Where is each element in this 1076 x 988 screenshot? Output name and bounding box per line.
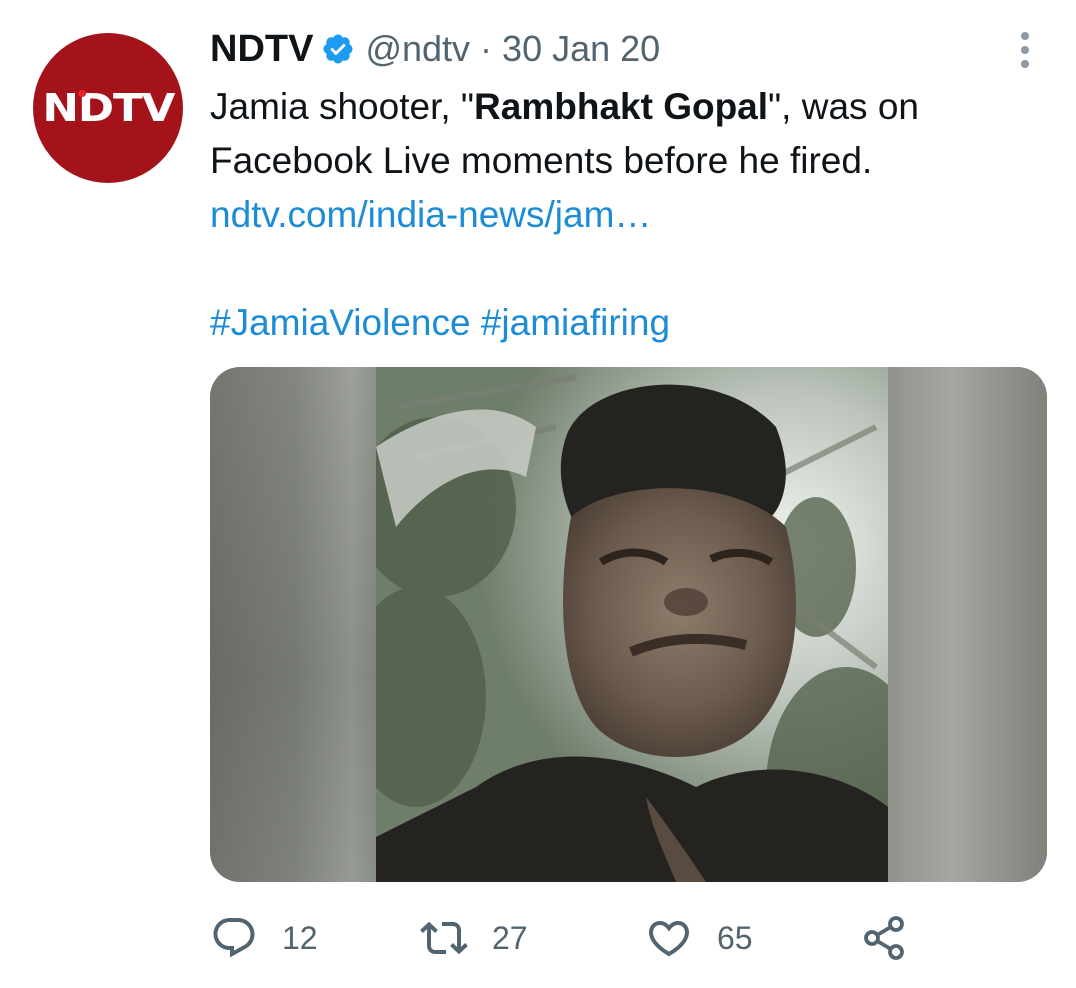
share-button[interactable]: [860, 908, 908, 968]
media-video-thumbnail[interactable]: [210, 367, 1047, 882]
video-blur-right: [888, 367, 1047, 882]
avatar[interactable]: NDTV: [33, 33, 183, 183]
tweet[interactable]: NDTV NDTV @ndtv · 30 Jan 20 Jamia shoote…: [0, 0, 1076, 988]
share-icon: [864, 916, 904, 960]
header-separator: ·: [480, 28, 493, 69]
retweet-count: 27: [492, 919, 528, 956]
hashtag-jamia-violence[interactable]: #JamiaViolence: [210, 302, 471, 343]
video-frame-image: [376, 367, 888, 882]
avatar-logo-text: NDTV: [42, 86, 175, 130]
tweet-text-bold: Rambhakt Gopal: [474, 86, 769, 127]
tweet-text-start: Jamia shooter, ": [210, 86, 475, 127]
tweet-date[interactable]: 30 Jan 20: [502, 28, 660, 70]
author-name[interactable]: NDTV: [210, 28, 313, 71]
like-button[interactable]: 65: [645, 908, 753, 968]
logo-dot: [77, 90, 86, 97]
heart-icon: [648, 921, 690, 957]
verified-badge-icon: [323, 34, 353, 64]
tweet-actions: 12 27 65: [210, 908, 1047, 968]
reply-count: 12: [282, 919, 318, 956]
reply-button[interactable]: 12: [210, 908, 318, 968]
more-options-icon[interactable]: [1005, 28, 1045, 72]
hashtag-row: #JamiaViolence #jamiafiring: [210, 296, 1050, 350]
reply-icon: [213, 918, 255, 958]
retweet-button[interactable]: 27: [420, 908, 528, 968]
tweet-body: Jamia shooter, "Rambhakt Gopal", was on …: [210, 80, 1050, 188]
article-link[interactable]: ndtv.com/india-news/jam…: [210, 194, 651, 235]
like-count: 65: [717, 919, 753, 956]
tweet-header: NDTV @ndtv · 30 Jan 20: [210, 24, 660, 74]
tweet-text: Jamia shooter, "Rambhakt Gopal", was on …: [210, 80, 1050, 350]
author-handle[interactable]: @ndtv: [365, 28, 470, 70]
retweet-icon: [420, 921, 468, 955]
hashtag-jamia-firing[interactable]: #jamiafiring: [481, 302, 670, 343]
video-frame: [376, 367, 888, 882]
video-blur-left: [210, 367, 376, 882]
